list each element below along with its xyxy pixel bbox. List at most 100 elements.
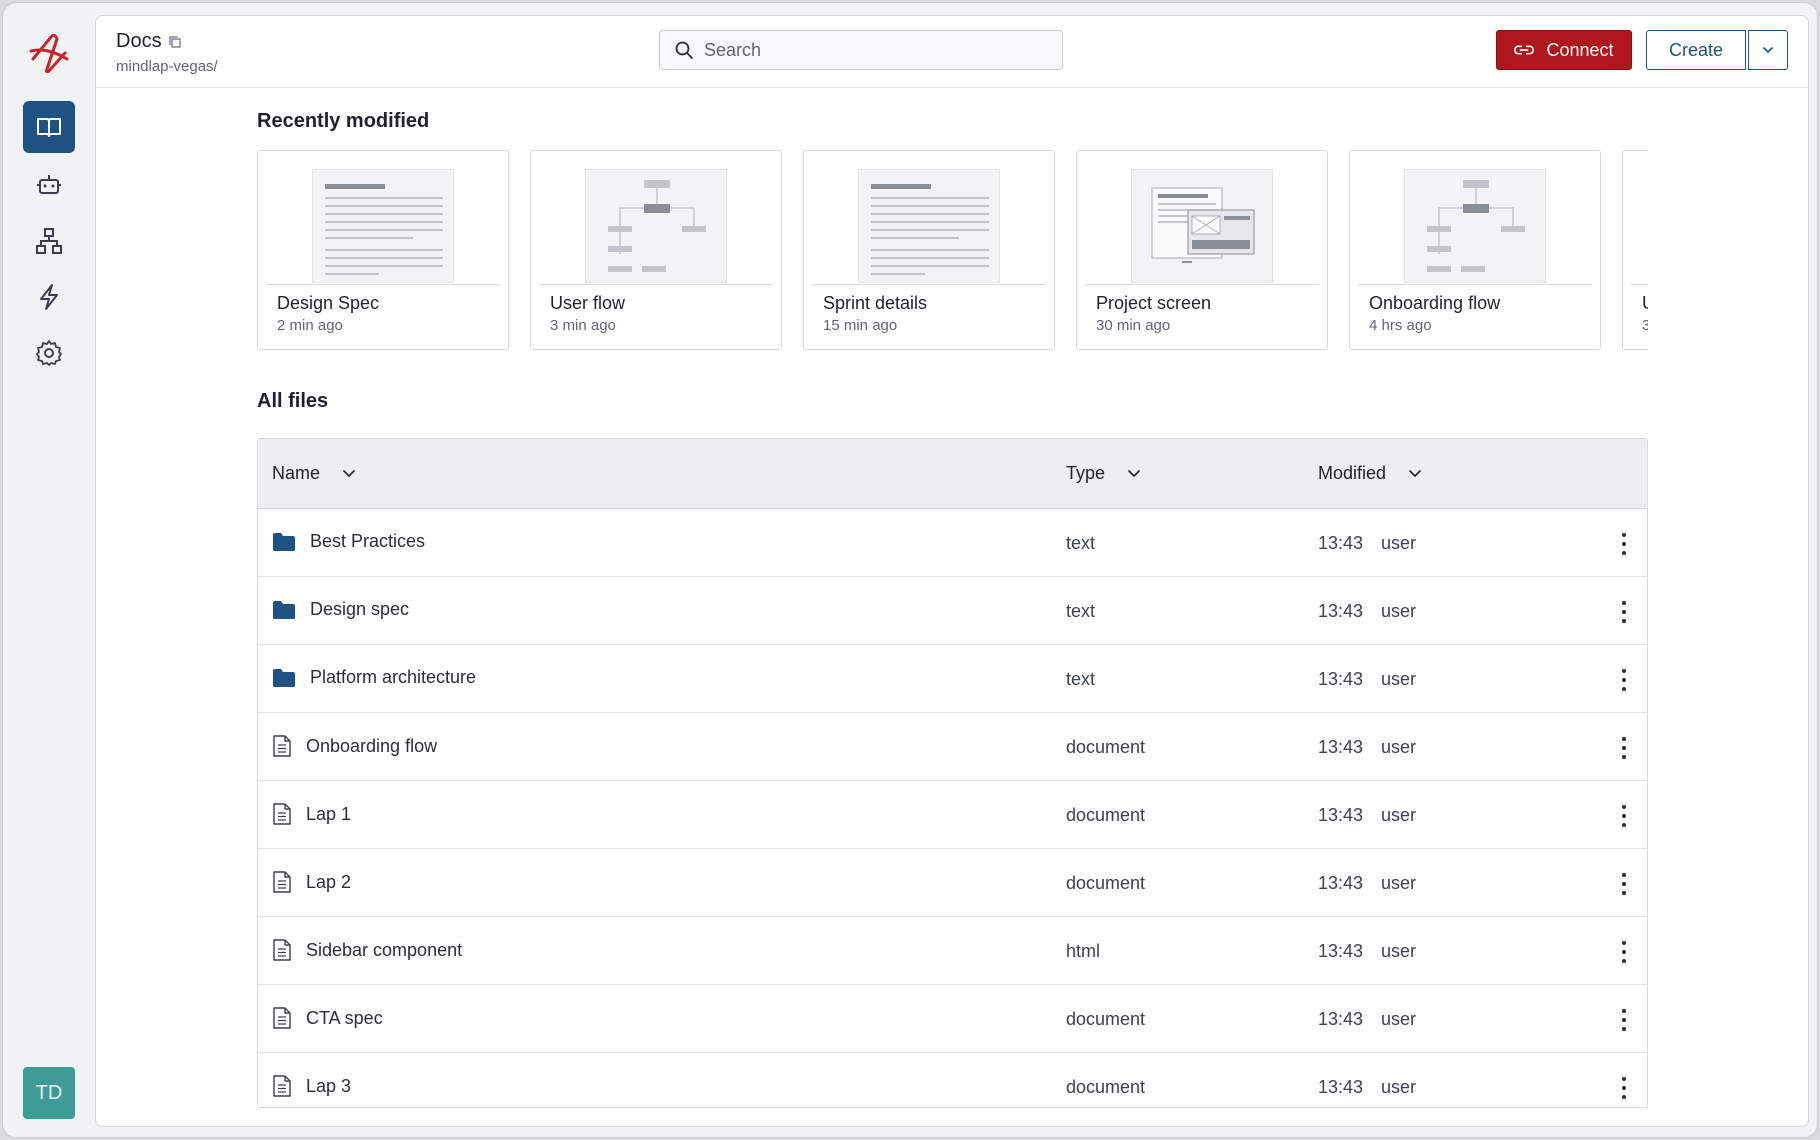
card-name: Project screen — [1096, 293, 1212, 313]
rail-settings-button[interactable] — [23, 327, 75, 379]
recent-card[interactable]: U 3 — [1622, 150, 1648, 350]
document-icon — [273, 871, 291, 893]
file-modified-user: user — [1381, 805, 1417, 825]
row-more-icon[interactable] — [1618, 531, 1630, 557]
recent-section-title: Recently modified — [257, 110, 430, 132]
file-modified-time: 13:43 — [1318, 1009, 1364, 1029]
file-modified-time: 13:43 — [1318, 941, 1364, 961]
document-thumbnail-icon — [325, 184, 443, 275]
file-modified-time: 13:43 — [1318, 669, 1364, 689]
rail-bots-button[interactable] — [23, 159, 75, 211]
avatar-initials: TD — [35, 1081, 63, 1104]
recent-card[interactable]: Onboarding flow 4 hrs ago — [1349, 150, 1601, 350]
row-more-icon[interactable] — [1618, 803, 1630, 829]
create-button[interactable]: Create — [1646, 30, 1746, 70]
rail-structure-button[interactable] — [23, 215, 75, 267]
file-name[interactable]: CTA spec — [306, 1008, 383, 1029]
create-dropdown-button[interactable] — [1748, 30, 1788, 70]
file-name[interactable]: Sidebar component — [306, 940, 462, 961]
connect-button[interactable]: Connect — [1496, 30, 1632, 70]
table-row[interactable]: CTA spec document 13:43 user — [258, 985, 1647, 1053]
table-row[interactable]: Best Practices text 13:43 user — [258, 509, 1647, 577]
row-more-icon[interactable] — [1618, 871, 1630, 897]
file-type: document — [1066, 737, 1146, 757]
table-row[interactable]: Lap 3 document 13:43 user — [258, 1053, 1647, 1107]
files-table: Name Type Modified Best Practices text 1… — [257, 438, 1648, 1108]
row-more-icon[interactable] — [1618, 667, 1630, 693]
row-more-icon[interactable] — [1618, 735, 1630, 761]
row-more-icon[interactable] — [1618, 1007, 1630, 1033]
table-row[interactable]: Lap 1 document 13:43 user — [258, 781, 1647, 849]
recent-card[interactable]: Design Spec 2 min ago — [257, 150, 509, 350]
card-time: 15 min ago — [823, 317, 898, 334]
hierarchy-icon — [36, 228, 62, 254]
brand-logo-icon[interactable] — [25, 29, 73, 77]
card-thumbnail — [1085, 151, 1319, 285]
row-more-icon[interactable] — [1618, 1075, 1630, 1101]
table-row[interactable]: Lap 2 document 13:43 user — [258, 849, 1647, 917]
file-modified-user: user — [1381, 601, 1417, 621]
card-thumbnail — [266, 151, 500, 285]
lightning-icon — [40, 284, 58, 310]
card-thumbnail — [1631, 151, 1648, 285]
row-more-icon[interactable] — [1618, 939, 1630, 965]
user-avatar[interactable]: TD — [23, 1067, 75, 1119]
connect-button-label: Connect — [1546, 39, 1614, 60]
file-name[interactable]: Best Practices — [310, 531, 425, 552]
search-box[interactable] — [659, 30, 1063, 70]
file-name[interactable]: Lap 3 — [306, 1076, 351, 1097]
card-time: 3 min ago — [550, 317, 616, 334]
folder-icon — [273, 532, 295, 551]
rail-automations-button[interactable] — [23, 271, 75, 323]
file-modified-time: 13:43 — [1318, 533, 1364, 553]
card-name: Sprint details — [823, 293, 928, 313]
file-name[interactable]: Lap 2 — [306, 872, 351, 893]
column-name-label: Name — [272, 463, 321, 483]
column-type-label: Type — [1066, 463, 1106, 483]
file-type: html — [1066, 941, 1101, 961]
file-name[interactable]: Platform architecture — [310, 667, 476, 688]
main-panel: Docs mindlap-vegas/ Connect — [95, 15, 1809, 1127]
recent-card[interactable]: User flow 3 min ago — [530, 150, 782, 350]
file-type: text — [1066, 533, 1096, 553]
gear-icon — [36, 340, 62, 366]
card-name: User flow — [550, 293, 626, 313]
robot-icon — [37, 175, 61, 194]
file-modified-time: 13:43 — [1318, 805, 1364, 825]
chevron-down-icon — [1128, 470, 1140, 478]
copy-icon[interactable] — [168, 35, 182, 49]
document-icon — [273, 1007, 291, 1029]
column-name-header[interactable]: Name — [272, 463, 356, 484]
file-type: document — [1066, 1077, 1146, 1097]
column-modified-header[interactable]: Modified — [1318, 463, 1422, 484]
card-thumbnail — [812, 151, 1046, 285]
recent-card[interactable]: Sprint details 15 min ago — [803, 150, 1055, 350]
search-input[interactable] — [704, 39, 1044, 61]
document-icon — [273, 939, 291, 961]
row-more-icon[interactable] — [1618, 599, 1630, 625]
file-modified-time: 13:43 — [1318, 737, 1364, 757]
file-name[interactable]: Onboarding flow — [306, 736, 437, 757]
search-icon — [675, 41, 693, 59]
file-type: text — [1066, 669, 1096, 689]
recent-card[interactable]: Project screen 30 min ago — [1076, 150, 1328, 350]
page-title: Docs — [116, 30, 182, 53]
table-row[interactable]: Sidebar component html 13:43 user — [258, 917, 1647, 985]
file-modified-user: user — [1381, 737, 1417, 757]
flow-thumbnail-icon — [608, 180, 706, 272]
recent-cards: Design Spec 2 min ago User flow 3 min ag… — [257, 150, 1648, 350]
table-row[interactable]: Platform architecture text 13:43 user — [258, 645, 1647, 713]
document-thumbnail-icon — [871, 184, 989, 275]
file-modified-user: user — [1381, 873, 1417, 893]
column-type-header[interactable]: Type — [1066, 463, 1141, 484]
file-name[interactable]: Design spec — [310, 599, 409, 620]
flow-thumbnail-icon — [1427, 180, 1525, 272]
file-modified-user: user — [1381, 1077, 1417, 1097]
book-icon — [37, 118, 61, 137]
file-name[interactable]: Lap 1 — [306, 804, 351, 825]
table-row[interactable]: Design spec text 13:43 user — [258, 577, 1647, 645]
breadcrumb-path[interactable]: mindlap-vegas/ — [116, 58, 218, 75]
document-icon — [273, 735, 291, 757]
rail-docs-button[interactable] — [23, 101, 75, 153]
table-row[interactable]: Onboarding flow document 13:43 user — [258, 713, 1647, 781]
